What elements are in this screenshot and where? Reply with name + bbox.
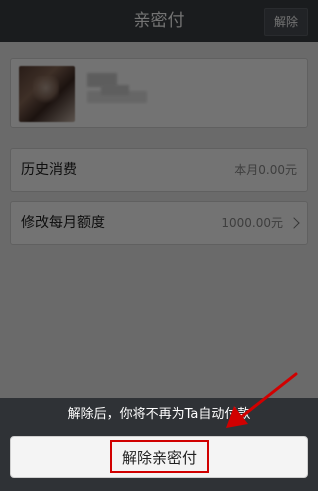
monthly-limit-row[interactable]: 修改每月额度 1000.00元 [10,201,308,245]
avatar [19,66,75,122]
history-label: 历史消费 [21,162,77,178]
blurred-detail [101,85,129,95]
monthly-limit-value: 1000.00元 [221,216,283,230]
action-sheet: 解除后，你将不再为Ta自动付款 解除亲密付 [0,398,318,491]
close-intimate-pay-button[interactable]: 解除亲密付 [10,436,308,478]
unbind-button[interactable]: 解除 [264,8,308,36]
history-spending-row[interactable]: 历史消费 本月0.00元 [10,148,308,192]
monthly-limit-label: 修改每月额度 [21,215,105,231]
close-intimate-pay-screen: 亲密付 解除 历史消费 本月0.00元 修改每月额度 1000.00元 解除后，… [0,0,318,491]
chevron-right-icon [288,217,300,229]
profile-card [10,58,308,128]
sheet-message: 解除后，你将不再为Ta自动付款 [67,407,251,422]
close-intimate-pay-label: 解除亲密付 [110,440,209,473]
top-bar: 亲密付 解除 [0,0,318,42]
history-value: 本月0.00元 [234,163,297,177]
